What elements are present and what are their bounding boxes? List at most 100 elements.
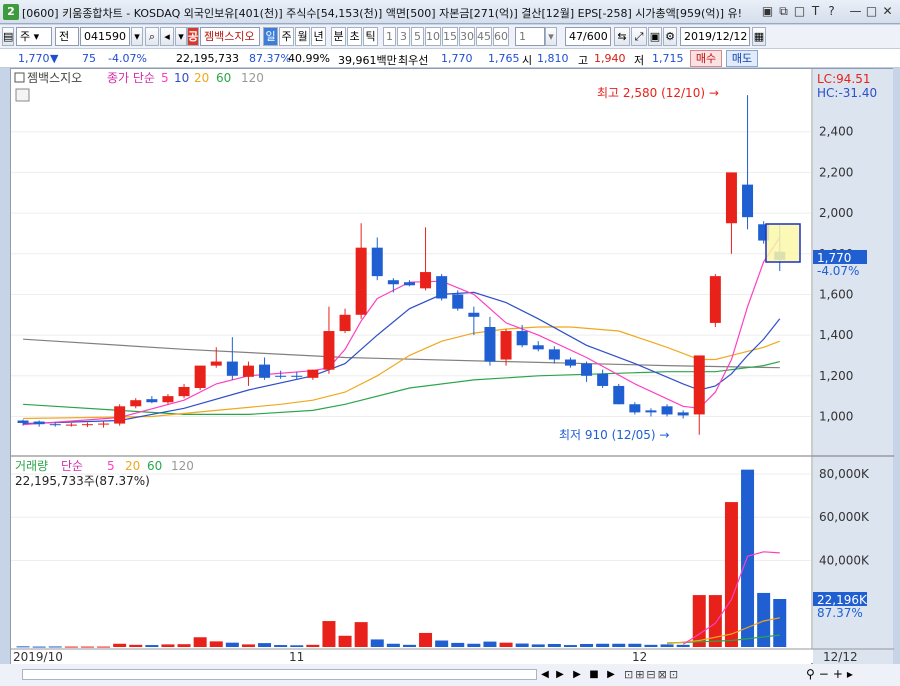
volume-bar	[563, 645, 577, 647]
unit-input[interactable]: 1	[515, 27, 545, 46]
link-icon[interactable]: ▣	[760, 4, 775, 19]
window-icon[interactable]: □	[792, 4, 807, 19]
volume-bar	[258, 643, 272, 647]
interval-60[interactable]: 60	[493, 27, 509, 46]
plot-background	[11, 69, 811, 665]
text-icon[interactable]: T	[808, 4, 823, 19]
interval-3[interactable]: 3	[397, 27, 410, 46]
low-annotation: 최저 910 (12/05) →	[559, 428, 669, 442]
period-month[interactable]: 월	[295, 27, 310, 46]
next-icon[interactable]: ▶	[604, 667, 618, 682]
search-icon[interactable]: ⌕	[145, 27, 159, 46]
unit-dropdown-icon[interactable]: ▾	[545, 27, 557, 46]
speaker-icon[interactable]: ◂	[160, 27, 174, 46]
volume-bar	[531, 644, 545, 647]
candle-body	[484, 326, 496, 362]
price-legend-name: 젬백스지오	[27, 71, 82, 85]
interval-10[interactable]: 10	[425, 27, 441, 46]
candle-body	[242, 365, 254, 377]
volume-bar	[708, 595, 722, 647]
x-label-nov: 11	[289, 650, 304, 664]
candle-body	[81, 424, 93, 426]
volume-bar	[676, 644, 690, 647]
candle-body	[146, 399, 158, 403]
stock-code-input[interactable]: 041590	[80, 27, 130, 46]
chart-area[interactable]: 1,0001,2001,4001,6001,8002,0002,2002,400…	[10, 68, 894, 665]
high-label: 고	[578, 54, 589, 67]
zoom-icon[interactable]: ⇆	[614, 27, 630, 46]
stock-badge: 공	[187, 27, 199, 46]
vol-legend-ma5: 5	[107, 459, 115, 473]
interval-1[interactable]: 1	[383, 27, 396, 46]
volume-bar	[596, 643, 610, 647]
volume-bar	[741, 469, 755, 647]
quote-bar: 1,770 ▼ 75 -4.07% 22,195,733 87.37% 40.9…	[0, 48, 900, 68]
current-change-label: -4.07%	[817, 264, 859, 278]
zoom-controls-icon[interactable]: ⚲−+▸	[806, 667, 886, 682]
volume-bar	[64, 646, 78, 648]
close-button[interactable]: ✕	[880, 4, 895, 19]
period-year[interactable]: 년	[311, 27, 326, 46]
help-icon[interactable]: ?	[824, 4, 839, 19]
volume-bar	[306, 644, 320, 647]
panel-toggle-icon[interactable]: ▤	[2, 27, 14, 46]
bottom-bar: ◀ ▶ ▶ ■ ▶ ⊡⊞⊟⊠⊡ ⚲−+▸	[0, 664, 900, 686]
market-select[interactable]: 전	[55, 27, 79, 46]
tile-icon[interactable]: ⧉	[776, 4, 791, 19]
volume-tick-label: 60,000K	[819, 510, 870, 524]
horizontal-scrollbar[interactable]	[22, 669, 537, 680]
period-week[interactable]: 주	[279, 27, 294, 46]
grid-toggle-icon[interactable]	[15, 88, 30, 102]
price-change: 75	[82, 52, 96, 65]
volume-bar	[274, 645, 288, 647]
interval-45[interactable]: 45	[476, 27, 492, 46]
volume-bar	[241, 644, 255, 647]
drawing-tools-icon[interactable]: ⊡⊞⊟⊠⊡	[624, 667, 714, 682]
open-label: 시	[522, 54, 533, 67]
maximize-button[interactable]: □	[864, 4, 879, 19]
volume-bar	[660, 644, 674, 647]
volume-bar	[225, 642, 239, 647]
stock-name-field: 젬백스지오	[200, 27, 260, 46]
candle-body	[709, 276, 721, 323]
buy-button[interactable]: 매수	[690, 50, 722, 67]
scroll-right-icon[interactable]: ▶	[553, 667, 567, 682]
interval-30[interactable]: 30	[459, 27, 475, 46]
scroll-left-icon[interactable]: ◀	[538, 667, 552, 682]
trend-icon[interactable]: ⤢	[631, 27, 647, 46]
calendar-icon[interactable]: ▦	[752, 27, 766, 46]
count-field[interactable]: 47/600	[565, 27, 611, 46]
stop-icon[interactable]: ■	[587, 667, 601, 682]
view-mode-select[interactable]: 주 ▾	[16, 27, 52, 46]
chart-canvas[interactable]: 1,0001,2001,4001,6001,8002,0002,2002,400…	[11, 69, 894, 665]
code-dropdown-icon[interactable]: ▾	[131, 27, 143, 46]
volume-bar	[129, 644, 143, 647]
candle-body	[597, 373, 609, 386]
candle-body	[661, 406, 673, 415]
date-input[interactable]: 2019/12/12	[680, 27, 750, 46]
speaker-dropdown-icon[interactable]: ▾	[175, 27, 187, 46]
volume-bar	[402, 644, 416, 647]
interval-5[interactable]: 5	[411, 27, 424, 46]
volume-bar	[451, 642, 465, 647]
high-price: 1,940	[594, 52, 626, 65]
interval-15[interactable]: 15	[442, 27, 458, 46]
play-icon[interactable]: ▶	[570, 667, 584, 682]
minimize-button[interactable]: —	[848, 4, 863, 19]
period-day[interactable]: 일	[263, 27, 278, 46]
price-tick-label: 2,200	[819, 165, 853, 179]
period-tick[interactable]: 틱	[363, 27, 378, 46]
save-icon[interactable]: ▣	[648, 27, 662, 46]
volume-bar	[354, 622, 368, 647]
trade-amount: 39,961백만	[338, 54, 397, 67]
volume-bar	[386, 643, 400, 647]
settings-icon[interactable]: ⚙	[663, 27, 677, 46]
sell-button[interactable]: 매도	[726, 50, 758, 67]
volume-bar	[16, 646, 30, 648]
volume-bar	[499, 642, 513, 647]
candle-body	[371, 247, 383, 277]
period-minute[interactable]: 분	[331, 27, 346, 46]
period-second[interactable]: 초	[347, 27, 362, 46]
selection-box[interactable]	[765, 223, 801, 263]
candle-body	[162, 396, 174, 403]
